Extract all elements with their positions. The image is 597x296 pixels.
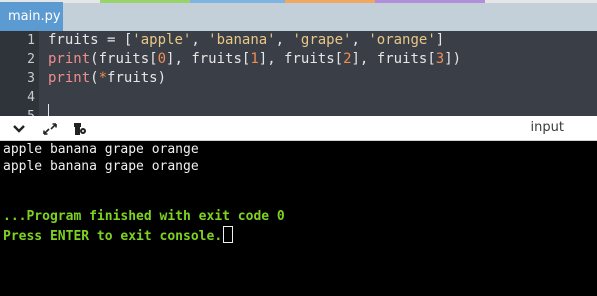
code-line[interactable]: print(fruits[0], fruits[1], fruits[2], f… xyxy=(48,50,461,69)
tab-main-py[interactable]: main.py xyxy=(0,2,63,31)
code-token: , xyxy=(275,32,293,48)
code-token: 1 xyxy=(250,51,259,67)
code-token: , xyxy=(191,32,209,48)
console-toolbar: input xyxy=(0,116,597,141)
code-token: , xyxy=(351,32,369,48)
code-token: fruits = [ xyxy=(48,32,133,48)
line-number-gutter: 1 2 3 4 5 xyxy=(0,31,39,116)
code-token: 0 xyxy=(157,51,167,67)
input-label[interactable]: input xyxy=(531,120,564,136)
code-token: print xyxy=(48,70,91,86)
chevron-down-icon[interactable] xyxy=(11,121,27,135)
console-prompt-line: Press ENTER to exit console. xyxy=(3,226,234,245)
line-number: 3 xyxy=(27,71,35,86)
code-token: print xyxy=(48,51,91,67)
line-number: 2 xyxy=(27,52,35,67)
code-editor[interactable]: 1 2 3 4 5 fruits = ['apple', 'banana', '… xyxy=(0,31,597,116)
code-token: fruits) xyxy=(107,70,167,86)
line-number: 5 xyxy=(5,107,35,116)
code-line[interactable]: fruits = ['apple', 'banana', 'grape', 'o… xyxy=(48,31,444,50)
expand-icon[interactable] xyxy=(42,121,58,135)
tab-label: main.py xyxy=(8,9,61,24)
code-token: ] xyxy=(435,32,445,48)
code-token: ], fruits[ xyxy=(351,51,436,67)
code-token: ], fruits[ xyxy=(258,51,344,67)
code-token: 3 xyxy=(435,51,445,67)
code-line[interactable]: print(*fruits) xyxy=(48,69,166,88)
prompt-message: Press ENTER to exit console. xyxy=(3,229,223,244)
console-output[interactable]: apple banana grape orange apple banana g… xyxy=(0,141,597,296)
code-token: (fruits[ xyxy=(90,51,158,67)
tab-strip: main.py xyxy=(0,0,597,31)
console-line: apple banana grape orange xyxy=(3,142,199,157)
code-token: ( xyxy=(90,70,99,86)
code-token: 2 xyxy=(343,51,352,67)
code-token: 'orange' xyxy=(368,32,436,48)
text-cursor xyxy=(48,104,49,116)
console-cursor[interactable] xyxy=(223,226,234,243)
exit-message: ...Program finished with exit code 0 xyxy=(3,209,285,224)
code-token: 'grape' xyxy=(292,32,352,48)
console-line: apple banana grape orange xyxy=(3,159,199,174)
code-token: ]) xyxy=(444,51,462,67)
code-token: ], fruits[ xyxy=(166,51,251,67)
accent-line xyxy=(0,0,597,3)
code-token: 'apple' xyxy=(132,32,192,48)
line-number: 4 xyxy=(27,90,35,105)
online-ide: main.py 1 2 3 4 5 fruits = ['apple', 'ba… xyxy=(0,0,597,296)
settings-icon[interactable] xyxy=(71,121,87,135)
code-token: * xyxy=(98,70,108,86)
code-token: 'banana' xyxy=(208,32,276,48)
line-number: 1 xyxy=(27,33,35,48)
